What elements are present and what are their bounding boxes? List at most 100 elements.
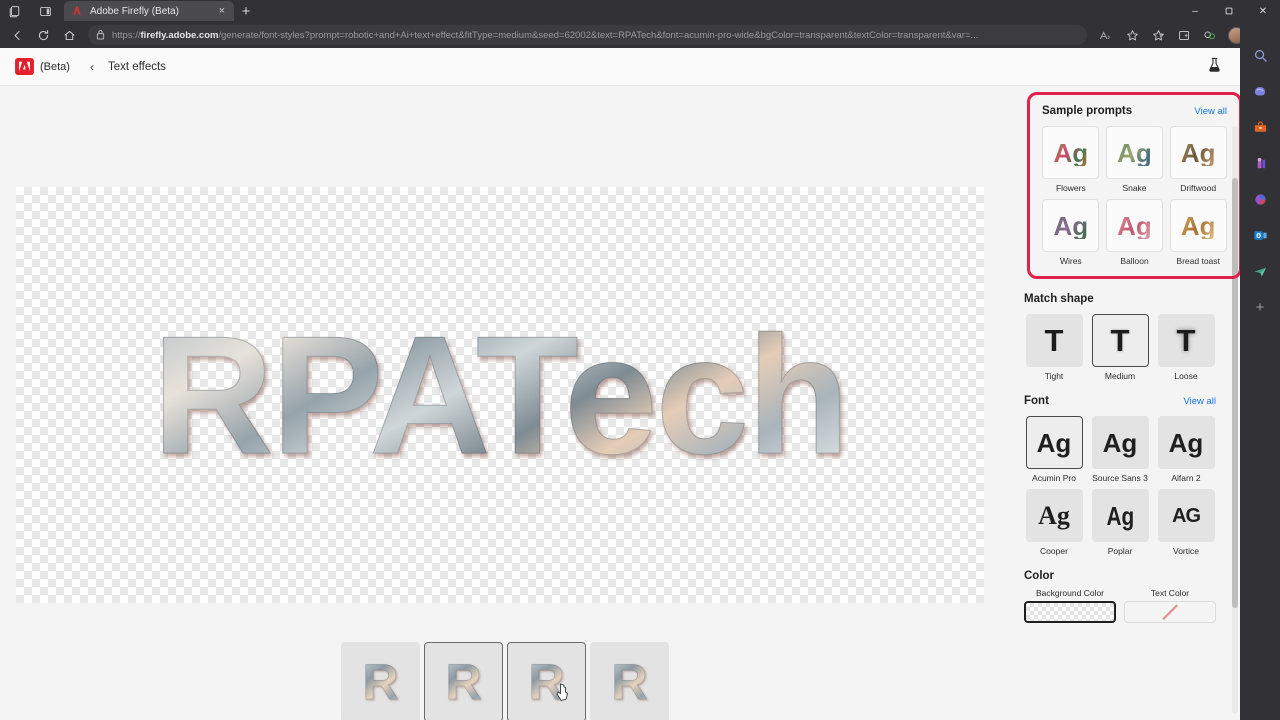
add-tool-icon[interactable]: + (1249, 296, 1271, 318)
generated-artwork-text: RPATech (16, 311, 984, 480)
text-color-control[interactable]: Text Color (1124, 588, 1216, 623)
ag-sample-glyph: Ag (1053, 210, 1089, 241)
match-shape-loose[interactable]: T Loose (1156, 314, 1216, 381)
variation-glyph: R (611, 654, 648, 710)
font-acumin-pro[interactable]: Ag Acumin Pro (1024, 416, 1084, 483)
office-icon[interactable] (1249, 188, 1271, 210)
t-glyph: T (1044, 323, 1064, 358)
browser-essentials-icon[interactable] (1197, 24, 1223, 46)
font-poplar[interactable]: Ag Poplar (1090, 489, 1150, 556)
font-source-sans-3[interactable]: Ag Source Sans 3 (1090, 416, 1150, 483)
artwork-canvas[interactable]: RPATech (16, 187, 984, 603)
star-icon[interactable] (1119, 24, 1145, 46)
sample-thumb[interactable]: Ag (1105, 126, 1163, 179)
url-text: https://firefly.adobe.com/generate/font-… (112, 29, 979, 41)
sample-label: Snake (1122, 183, 1147, 193)
sample-prompt-bread-toast[interactable]: Ag Bread toast (1169, 199, 1227, 266)
address-bar[interactable]: https://firefly.adobe.com/generate/font-… (88, 25, 1087, 45)
sample-thumb[interactable]: Ag (1042, 126, 1100, 179)
adobe-logo[interactable] (14, 58, 34, 76)
read-aloud-icon[interactable] (1093, 24, 1119, 46)
app-header: (Beta) ‹ Text effects (0, 48, 1240, 86)
home-icon[interactable] (56, 24, 82, 46)
background-color-control[interactable]: Background Color (1024, 588, 1116, 623)
font-thumb[interactable]: Ag (1025, 416, 1083, 469)
font-thumb[interactable]: AG (1157, 489, 1215, 542)
match-shape-medium[interactable]: T Medium (1090, 314, 1150, 381)
section-title: Match shape (1024, 293, 1094, 305)
beta-label: (Beta) (40, 60, 70, 73)
close-window-button[interactable]: ✕ (1246, 0, 1280, 22)
browser-tab[interactable]: Adobe Firefly (Beta) × (64, 1, 234, 21)
variation-thumbnail-4[interactable]: R (590, 642, 669, 720)
search-icon[interactable] (1249, 44, 1271, 66)
color-section: Color Background Color Text Color (1024, 570, 1216, 623)
browser-toolbar: https://firefly.adobe.com/generate/font-… (0, 22, 1280, 48)
beaker-icon[interactable] (1207, 57, 1222, 76)
sample-prompts-view-all[interactable]: View all (1194, 106, 1227, 117)
ag-sample-glyph: Ag (1180, 137, 1216, 168)
font-sample: Ag (1168, 427, 1204, 458)
font-cooper[interactable]: Ag Cooper (1024, 489, 1084, 556)
lock-icon (96, 29, 105, 42)
shape-thumb[interactable]: T (1025, 314, 1083, 367)
refresh-icon[interactable] (30, 24, 56, 46)
games-icon[interactable] (1249, 152, 1271, 174)
font-section: Font View all Ag Acumin Pro Ag Source Sa… (1024, 395, 1216, 556)
background-color-label: Background Color (1035, 588, 1105, 598)
sample-prompt-wires[interactable]: Ag Wires (1042, 199, 1100, 266)
variation-thumbnail-3[interactable]: R (507, 642, 586, 720)
shopping-icon[interactable] (1249, 116, 1271, 138)
font-alfarn-2[interactable]: Ag Alfarn 2 (1156, 416, 1216, 483)
close-icon[interactable]: × (216, 5, 228, 17)
font-header: Font View all (1024, 395, 1216, 407)
sample-prompt-flowers[interactable]: Ag Flowers (1042, 126, 1100, 193)
variation-thumbnail-1[interactable]: R (341, 642, 420, 720)
shape-thumb[interactable]: T (1091, 314, 1149, 367)
sample-prompt-snake[interactable]: Ag Snake (1105, 126, 1164, 193)
font-thumb[interactable]: Ag (1025, 489, 1083, 542)
font-sample: Ag (1102, 427, 1138, 458)
section-title: Color (1024, 570, 1055, 582)
sample-label: Bread toast (1176, 256, 1220, 266)
sample-prompt-driftwood[interactable]: Ag Driftwood (1169, 126, 1227, 193)
back-icon[interactable] (4, 24, 30, 46)
sample-prompt-balloon[interactable]: Ag Balloon (1105, 199, 1164, 266)
font-thumb[interactable]: Ag (1091, 489, 1149, 542)
background-color-swatch[interactable] (1024, 601, 1116, 623)
new-tab-button[interactable]: + (234, 1, 258, 21)
ag-sample-glyph: Ag (1180, 210, 1216, 241)
sample-thumb[interactable]: Ag (1042, 199, 1100, 252)
match-shape-header: Match shape (1024, 293, 1216, 305)
collections-icon[interactable] (1145, 24, 1171, 46)
shape-label: Tight (1044, 371, 1064, 381)
split-tab-icon[interactable] (30, 1, 60, 21)
sample-thumb[interactable]: Ag (1105, 199, 1163, 252)
maximize-button[interactable] (1212, 0, 1246, 22)
shape-label: Medium (1104, 371, 1136, 381)
sample-thumb[interactable]: Ag (1169, 126, 1227, 179)
outlook-icon[interactable] (1249, 224, 1271, 246)
canvas-area: RPATech R R R R (0, 86, 1010, 720)
teams-icon[interactable] (1249, 260, 1271, 282)
font-view-all[interactable]: View all (1183, 396, 1216, 407)
variation-thumbnail-2[interactable]: R (424, 642, 503, 720)
minimize-button[interactable]: – (1178, 0, 1212, 22)
tab-actions-icon[interactable] (0, 1, 30, 21)
back-button[interactable]: ‹ (90, 60, 94, 74)
copilot-icon[interactable] (1249, 80, 1271, 102)
ag-sample-glyph: Ag (1117, 137, 1152, 168)
window-controls: – ✕ (1178, 0, 1280, 22)
font-thumb[interactable]: Ag (1091, 416, 1149, 469)
match-shape-tight[interactable]: T Tight (1024, 314, 1084, 381)
split-screen-icon[interactable] (1171, 24, 1197, 46)
text-color-swatch[interactable] (1124, 601, 1216, 623)
font-thumb[interactable]: Ag (1157, 416, 1215, 469)
variation-glyph: R (445, 654, 482, 710)
sample-thumb[interactable]: Ag (1169, 199, 1227, 252)
font-sample: AG (1172, 504, 1201, 527)
shape-thumb[interactable]: T (1157, 314, 1215, 367)
sample-label: Driftwood (1180, 183, 1217, 193)
match-shape-section: Match shape T Tight T Medium T Loose (1024, 293, 1216, 381)
font-vortice[interactable]: AG Vortice (1156, 489, 1216, 556)
